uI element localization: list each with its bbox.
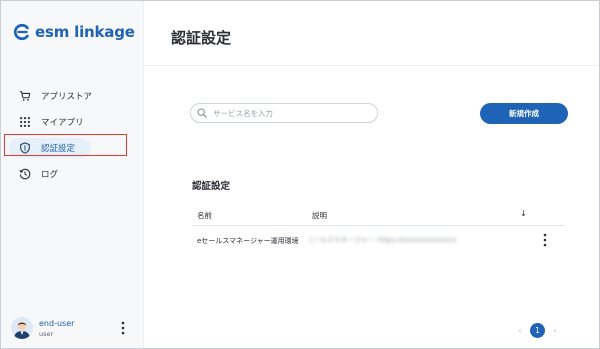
annotation-highlight-box xyxy=(4,134,127,156)
search-icon xyxy=(197,108,207,118)
sidebar-item-app-store[interactable]: アプリストア xyxy=(1,83,143,109)
user-info: end-user user xyxy=(39,319,74,338)
pagination: ‹ 1 › xyxy=(513,323,562,338)
sidebar-item-label: マイアプリ xyxy=(41,118,84,128)
user-profile[interactable]: end-user user xyxy=(11,315,131,341)
row-description: (ールスマネージャー https://xxxxxxxxxxxxx xyxy=(310,236,457,244)
search-box[interactable] xyxy=(190,103,378,123)
cart-icon xyxy=(19,91,31,101)
user-role: user xyxy=(39,329,54,338)
avatar xyxy=(11,317,33,339)
user-name: end-user xyxy=(39,318,75,328)
auth-settings-table: 名前 説明 ↓ eセールスマネージャー運用環境 (ールスマネージャー https… xyxy=(192,204,565,254)
new-create-button[interactable]: 新規作成 xyxy=(480,103,568,124)
app-window: esm linkage アプリストア マイアプリ 認証設定 ログ end-use… xyxy=(0,0,600,349)
grid-icon xyxy=(20,117,30,127)
logo-mark-icon xyxy=(13,23,29,41)
next-page-button[interactable]: › xyxy=(548,326,562,335)
column-header-description[interactable]: 説明 xyxy=(312,210,327,221)
page-title: 認証設定 xyxy=(171,29,232,47)
row-name: eセールスマネージャー運用環境 xyxy=(197,237,299,245)
history-icon xyxy=(19,168,31,180)
search-input[interactable] xyxy=(211,107,365,119)
sidebar-item-log[interactable]: ログ xyxy=(1,161,143,187)
logo-text: esm linkage xyxy=(35,23,135,41)
sidebar-item-label: ログ xyxy=(41,170,59,180)
page-number-current[interactable]: 1 xyxy=(530,323,545,338)
section-title: 認証設定 xyxy=(192,181,231,192)
user-menu-icon[interactable] xyxy=(121,321,125,335)
sidebar: esm linkage アプリストア マイアプリ 認証設定 ログ end-use… xyxy=(1,1,144,348)
avatar-person-icon xyxy=(11,317,33,339)
table-row[interactable]: eセールスマネージャー運用環境 (ールスマネージャー https://xxxxx… xyxy=(192,226,565,254)
table-header: 名前 説明 ↓ xyxy=(192,204,565,226)
row-menu-icon[interactable] xyxy=(543,233,547,247)
sidebar-item-label: アプリストア xyxy=(41,92,93,102)
sort-arrow-icon[interactable]: ↓ xyxy=(520,209,527,218)
prev-page-button[interactable]: ‹ xyxy=(513,326,527,335)
logo[interactable]: esm linkage xyxy=(13,23,135,41)
sidebar-item-my-apps[interactable]: マイアプリ xyxy=(1,109,143,135)
page-header: 認証設定 xyxy=(144,1,599,66)
column-header-name[interactable]: 名前 xyxy=(197,210,212,221)
